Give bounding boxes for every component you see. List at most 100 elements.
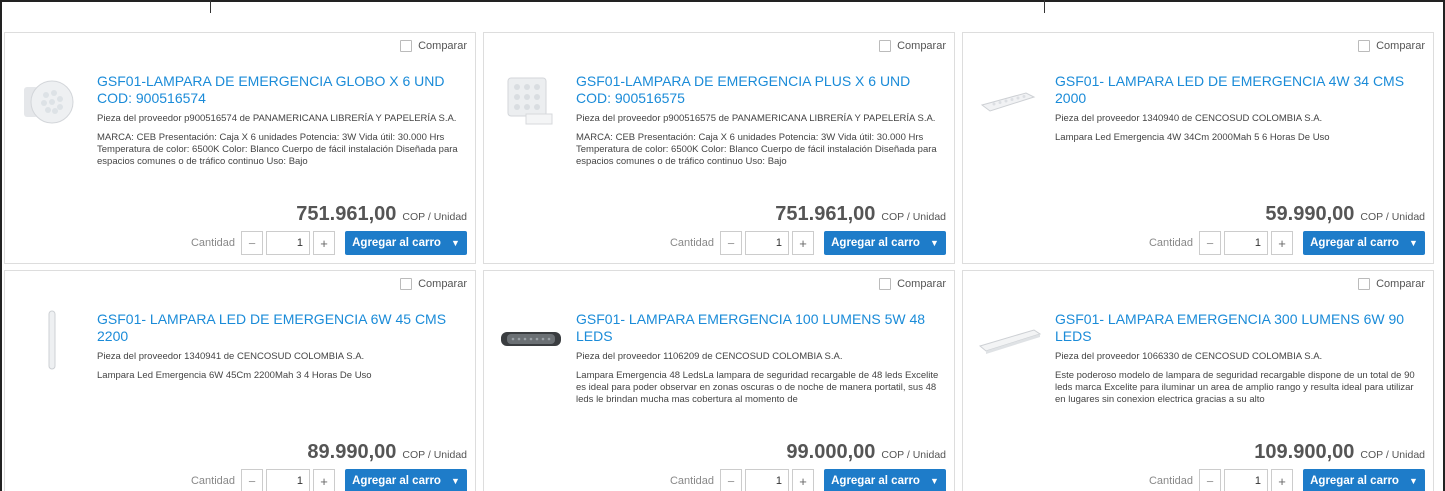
compare-toggle[interactable]: Comparar bbox=[879, 278, 946, 290]
round-led-lamp-icon[interactable] bbox=[19, 71, 81, 133]
compare-label: Comparar bbox=[1376, 40, 1425, 52]
dark-led-panel-icon[interactable] bbox=[496, 309, 566, 371]
chevron-down-icon[interactable]: ▼ bbox=[1409, 238, 1418, 248]
product-card: Comparar GSF01- LAMPARA EMERGENCIA 300 L… bbox=[962, 270, 1434, 491]
price: 99.000,00 COP / Unidad bbox=[786, 441, 946, 464]
decrease-quantity-button[interactable]: − bbox=[1199, 469, 1221, 491]
product-title[interactable]: GSF01- LAMPARA LED DE EMERGENCIA 4W 34 C… bbox=[1055, 73, 1425, 107]
add-to-cart-button[interactable]: Agregar al carro ▼ bbox=[1303, 231, 1425, 255]
increase-quantity-button[interactable]: + bbox=[1271, 469, 1293, 491]
compare-toggle[interactable]: Comparar bbox=[879, 40, 946, 52]
compare-checkbox[interactable] bbox=[1358, 278, 1371, 290]
chevron-down-icon[interactable]: ▼ bbox=[930, 238, 939, 248]
quantity-input[interactable]: 1 bbox=[1224, 469, 1268, 491]
compare-label: Comparar bbox=[1376, 278, 1425, 290]
compare-toggle[interactable]: Comparar bbox=[1358, 40, 1425, 52]
add-to-cart-button[interactable]: Agregar al carro ▼ bbox=[345, 469, 467, 491]
compare-checkbox[interactable] bbox=[400, 40, 413, 52]
product-description: MARCA: CEB Presentación: Caja X 6 unidad… bbox=[97, 132, 458, 167]
increase-quantity-button[interactable]: + bbox=[1271, 231, 1293, 255]
product-description: Este poderoso modelo de lampara de segur… bbox=[1055, 370, 1415, 405]
product-title[interactable]: GSF01- LAMPARA EMERGENCIA 100 LUMENS 5W … bbox=[576, 311, 946, 345]
price: 751.961,00 COP / Unidad bbox=[775, 203, 946, 226]
price-amount: 109.900,00 bbox=[1254, 441, 1355, 463]
decrease-quantity-button[interactable]: − bbox=[1199, 231, 1221, 255]
quantity-label: Cantidad bbox=[669, 475, 714, 487]
price-unit: COP / Unidad bbox=[881, 449, 946, 461]
add-to-cart-button[interactable]: Agregar al carro ▼ bbox=[824, 231, 946, 255]
quantity-label: Cantidad bbox=[190, 475, 235, 487]
quantity-label: Cantidad bbox=[1148, 237, 1193, 249]
price-amount: 99.000,00 bbox=[786, 441, 876, 463]
price: 109.900,00 COP / Unidad bbox=[1254, 441, 1425, 464]
compare-checkbox[interactable] bbox=[400, 278, 413, 290]
chevron-down-icon[interactable]: ▼ bbox=[930, 476, 939, 486]
quantity-row: Cantidad − 1 + Agregar al carro ▼ bbox=[670, 231, 946, 255]
quantity-label: Cantidad bbox=[669, 237, 714, 249]
price-unit: COP / Unidad bbox=[402, 211, 467, 223]
decrease-quantity-button[interactable]: − bbox=[241, 231, 263, 255]
product-card: Comparar GSF01- LAMPARA EMERGENCIA 100 L… bbox=[483, 270, 955, 491]
compare-checkbox[interactable] bbox=[879, 40, 892, 52]
compare-label: Comparar bbox=[897, 278, 946, 290]
add-to-cart-label: Agregar al carro bbox=[352, 475, 441, 487]
compare-toggle[interactable]: Comparar bbox=[1358, 278, 1425, 290]
increase-quantity-button[interactable]: + bbox=[792, 231, 814, 255]
square-led-lamp-icon[interactable] bbox=[498, 71, 560, 133]
quantity-row: Cantidad − 1 + Agregar al carro ▼ bbox=[191, 231, 467, 255]
add-to-cart-label: Agregar al carro bbox=[1310, 475, 1399, 487]
product-description: Lampara Led Emergencia 6W 45Cm 2200Mah 3… bbox=[97, 370, 372, 381]
tube-lamp-icon[interactable] bbox=[19, 309, 81, 371]
quantity-row: Cantidad − 1 + Agregar al carro ▼ bbox=[670, 469, 946, 491]
product-title[interactable]: GSF01-LAMPARA DE EMERGENCIA PLUS X 6 UND… bbox=[576, 73, 946, 107]
product-title[interactable]: GSF01-LAMPARA DE EMERGENCIA GLOBO X 6 UN… bbox=[97, 73, 467, 107]
chevron-down-icon[interactable]: ▼ bbox=[1409, 476, 1418, 486]
product-card: Comparar GSF01-LAMPARA DE EMERGENCIA GLO… bbox=[4, 32, 476, 264]
decrease-quantity-button[interactable]: − bbox=[720, 231, 742, 255]
bar-lamp-icon[interactable] bbox=[977, 71, 1039, 133]
increase-quantity-button[interactable]: + bbox=[313, 469, 335, 491]
chevron-down-icon[interactable]: ▼ bbox=[451, 476, 460, 486]
add-to-cart-label: Agregar al carro bbox=[352, 237, 441, 249]
compare-checkbox[interactable] bbox=[1358, 40, 1371, 52]
quantity-input[interactable]: 1 bbox=[745, 469, 789, 491]
price-amount: 751.961,00 bbox=[296, 203, 397, 225]
add-to-cart-label: Agregar al carro bbox=[831, 475, 920, 487]
compare-toggle[interactable]: Comparar bbox=[400, 40, 467, 52]
decrease-quantity-button[interactable]: − bbox=[241, 469, 263, 491]
supplier-text: Pieza del proveedor 1066330 de CENCOSUD … bbox=[1055, 351, 1323, 362]
compare-checkbox[interactable] bbox=[879, 278, 892, 290]
product-card: Comparar GSF01- LAMPARA LED DE EMERGENCI… bbox=[4, 270, 476, 491]
compare-label: Comparar bbox=[897, 40, 946, 52]
increase-quantity-button[interactable]: + bbox=[313, 231, 335, 255]
increase-quantity-button[interactable]: + bbox=[792, 469, 814, 491]
product-card: Comparar GSF01-LAMPARA DE EMERGENCIA PLU… bbox=[483, 32, 955, 264]
long-bar-lamp-icon[interactable] bbox=[975, 309, 1045, 371]
chevron-down-icon[interactable]: ▼ bbox=[451, 238, 460, 248]
price: 89.990,00 COP / Unidad bbox=[307, 441, 467, 464]
price: 59.990,00 COP / Unidad bbox=[1265, 203, 1425, 226]
quantity-input[interactable]: 1 bbox=[1224, 231, 1268, 255]
supplier-text: Pieza del proveedor 1340941 de CENCOSUD … bbox=[97, 351, 365, 362]
supplier-text: Pieza del proveedor p900516574 de PANAME… bbox=[97, 113, 457, 124]
quantity-input[interactable]: 1 bbox=[266, 469, 310, 491]
add-to-cart-label: Agregar al carro bbox=[831, 237, 920, 249]
price-unit: COP / Unidad bbox=[1360, 211, 1425, 223]
supplier-text: Pieza del proveedor 1340940 de CENCOSUD … bbox=[1055, 113, 1323, 124]
quantity-input[interactable]: 1 bbox=[745, 231, 789, 255]
decrease-quantity-button[interactable]: − bbox=[720, 469, 742, 491]
add-to-cart-button[interactable]: Agregar al carro ▼ bbox=[1303, 469, 1425, 491]
product-description: Lampara Led Emergencia 4W 34Cm 2000Mah 5… bbox=[1055, 132, 1330, 143]
quantity-row: Cantidad − 1 + Agregar al carro ▼ bbox=[1149, 469, 1425, 491]
quantity-row: Cantidad − 1 + Agregar al carro ▼ bbox=[191, 469, 467, 491]
price-amount: 751.961,00 bbox=[775, 203, 876, 225]
price-unit: COP / Unidad bbox=[1360, 449, 1425, 461]
compare-label: Comparar bbox=[418, 40, 467, 52]
price-unit: COP / Unidad bbox=[881, 211, 946, 223]
add-to-cart-button[interactable]: Agregar al carro ▼ bbox=[824, 469, 946, 491]
compare-toggle[interactable]: Comparar bbox=[400, 278, 467, 290]
product-title[interactable]: GSF01- LAMPARA LED DE EMERGENCIA 6W 45 C… bbox=[97, 311, 467, 345]
add-to-cart-button[interactable]: Agregar al carro ▼ bbox=[345, 231, 467, 255]
quantity-input[interactable]: 1 bbox=[266, 231, 310, 255]
product-title[interactable]: GSF01- LAMPARA EMERGENCIA 300 LUMENS 6W … bbox=[1055, 311, 1425, 345]
